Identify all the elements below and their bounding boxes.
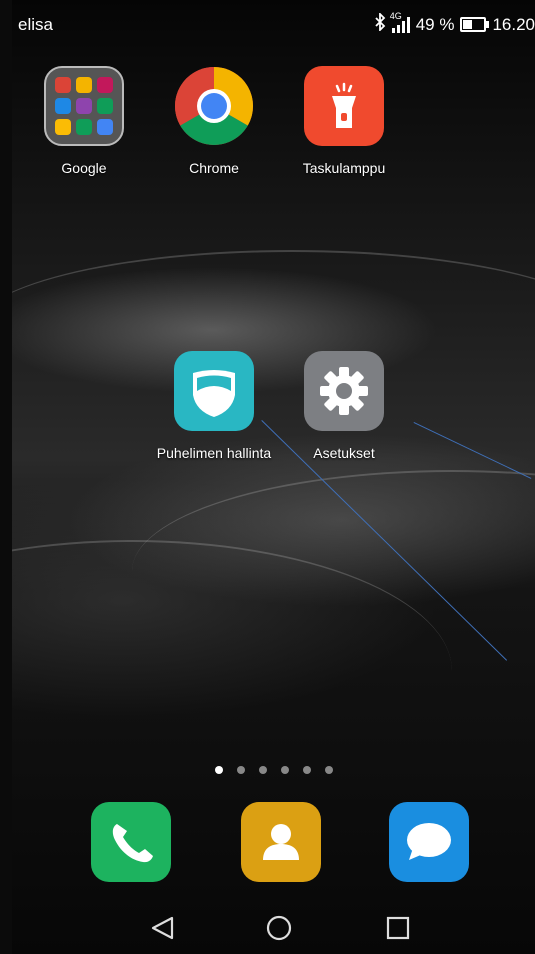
- signal-icon: 4G: [390, 11, 410, 33]
- app-label: Asetukset: [313, 445, 375, 461]
- app-google-folder[interactable]: Google: [19, 66, 149, 176]
- page-dot[interactable]: [280, 766, 289, 774]
- google-folder-icon: [44, 66, 124, 146]
- phone-manager-icon: [174, 351, 254, 431]
- messages-icon[interactable]: [389, 802, 469, 882]
- battery-icon: [460, 17, 490, 32]
- flashlight-icon: [304, 66, 384, 146]
- page-indicator[interactable]: [12, 766, 535, 774]
- network-type: 4G: [389, 10, 402, 21]
- app-label: Google: [61, 160, 107, 176]
- app-label: Chrome: [189, 160, 239, 176]
- app-chrome[interactable]: Chrome: [149, 66, 279, 176]
- page-dot[interactable]: [236, 766, 245, 774]
- back-icon[interactable]: [142, 908, 182, 948]
- bluetooth-icon: [374, 11, 386, 36]
- app-label: Puhelimen hallinta: [156, 445, 272, 461]
- home-screen: elisa 4G 49 % 16.20 Google Chrome Taskul…: [12, 0, 535, 954]
- page-dot[interactable]: [214, 766, 223, 774]
- status-bar: elisa 4G 49 % 16.20: [12, 0, 535, 50]
- contacts-icon[interactable]: [241, 802, 321, 882]
- battery-percent: 49 %: [415, 14, 455, 34]
- page-dot[interactable]: [302, 766, 311, 774]
- phone-icon[interactable]: [91, 802, 171, 882]
- app-settings[interactable]: Asetukset: [279, 351, 409, 461]
- page-dot[interactable]: [258, 766, 267, 774]
- home-icon[interactable]: [259, 908, 299, 948]
- settings-gear-icon: [304, 351, 384, 431]
- recents-icon[interactable]: [378, 908, 418, 948]
- status-icons: 4G 49 % 16.20: [374, 11, 535, 36]
- carrier-name: elisa: [18, 15, 53, 34]
- app-label: Taskulamppu: [302, 160, 386, 176]
- app-phone-manager[interactable]: Puhelimen hallinta: [149, 351, 279, 461]
- page-dot[interactable]: [324, 766, 333, 774]
- app-flashlight[interactable]: Taskulamppu: [279, 66, 409, 176]
- chrome-icon: [174, 66, 254, 146]
- clock: 16.20: [492, 14, 535, 34]
